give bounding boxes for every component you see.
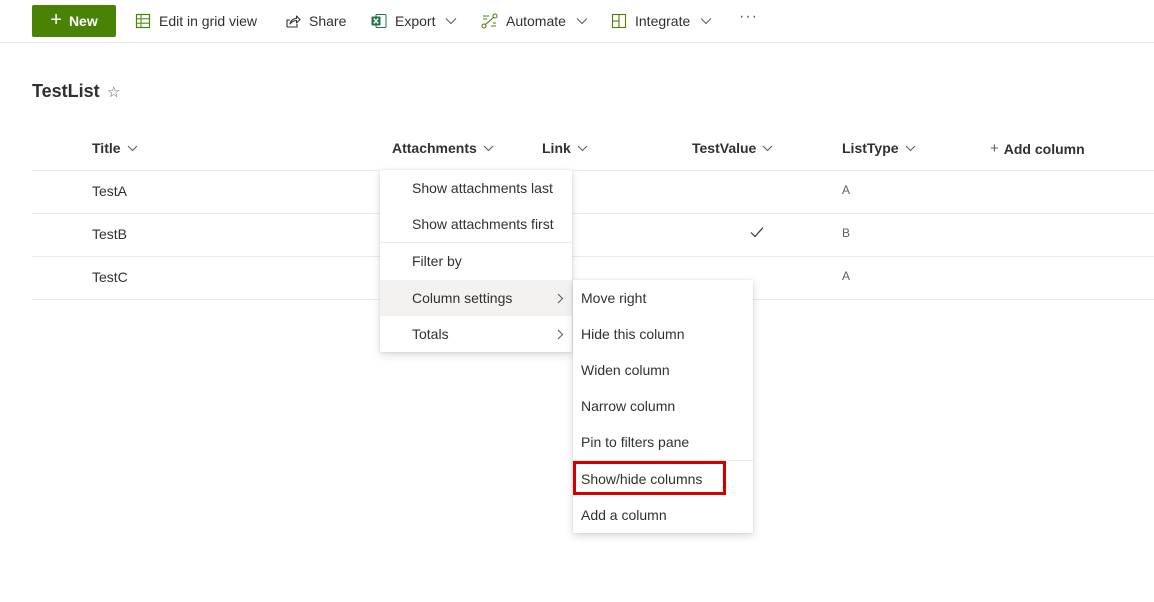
menu-item-label: Narrow column	[581, 398, 676, 414]
chevron-down-icon	[577, 145, 588, 151]
new-button-label: New	[68, 13, 98, 29]
menu-item-show-attachments-last[interactable]: Show attachments last	[380, 170, 572, 206]
more-options-button[interactable]: ···	[739, 8, 758, 26]
automate-button[interactable]: Automate	[481, 0, 588, 42]
menu-item-label: Add a column	[581, 507, 667, 523]
flow-icon	[481, 13, 498, 29]
star-icon[interactable]: ☆	[107, 83, 120, 101]
add-column-button[interactable]: + Add column	[990, 140, 1085, 157]
menu-item-label: Move right	[581, 290, 647, 306]
header-divider	[32, 170, 1154, 171]
menu-item-label: Widen column	[581, 362, 670, 378]
row-2-listtype: B	[842, 226, 851, 240]
menu-item-label: Filter by	[412, 253, 462, 269]
column-header-listtype[interactable]: ListType	[842, 140, 916, 156]
edit-in-grid-view-label: Edit in grid view	[159, 13, 258, 29]
menu-item-label: Show attachments first	[412, 216, 554, 232]
automate-label: Automate	[506, 13, 566, 29]
menu-item-pin-to-filters-pane[interactable]: Pin to filters pane	[573, 424, 753, 460]
menu-item-add-a-column[interactable]: Add a column	[573, 497, 753, 533]
column-header-testvalue[interactable]: TestValue	[692, 140, 773, 156]
add-column-label: Add column	[1003, 140, 1085, 157]
checkmark-icon	[750, 227, 764, 238]
menu-item-totals[interactable]: Totals	[380, 316, 572, 352]
column-header-attachments[interactable]: Attachments	[392, 140, 494, 156]
command-bar: + New Edit in grid view Share Export Aut…	[0, 0, 1154, 43]
menu-item-label: Column settings	[412, 290, 513, 306]
menu-item-show-hide-columns[interactable]: Show/hide columns	[573, 461, 753, 497]
menu-item-column-settings[interactable]: Column settings	[380, 280, 572, 316]
row-2-title[interactable]: TestB	[92, 226, 127, 242]
row-divider	[32, 213, 1154, 214]
column-settings-submenu: Move right Hide this column Widen column…	[573, 280, 753, 533]
chevron-down-icon	[762, 145, 773, 151]
column-context-menu: Show attachments last Show attachments f…	[380, 170, 572, 352]
menu-item-label: Pin to filters pane	[581, 434, 690, 450]
menu-item-widen-column[interactable]: Widen column	[573, 352, 753, 388]
chevron-right-icon	[557, 293, 564, 304]
column-header-attachments-label: Attachments	[392, 140, 477, 156]
menu-item-label: Hide this column	[581, 326, 685, 342]
column-header-title[interactable]: Title	[92, 140, 138, 156]
share-button[interactable]: Share	[285, 0, 346, 42]
chevron-down-icon	[127, 145, 137, 151]
column-header-link[interactable]: Link	[542, 140, 588, 156]
chevron-down-icon	[576, 18, 588, 25]
export-button[interactable]: Export	[371, 0, 457, 42]
grid-icon	[135, 13, 151, 29]
share-label: Share	[309, 13, 347, 29]
menu-item-label: Show attachments last	[412, 180, 553, 196]
export-label: Export	[395, 13, 436, 29]
column-header-testvalue-label: TestValue	[692, 140, 757, 156]
menu-item-filter-by[interactable]: Filter by	[380, 243, 572, 279]
share-icon	[286, 15, 301, 28]
column-header-listtype-label: ListType	[842, 140, 899, 156]
column-header-title-label: Title	[92, 140, 121, 156]
apps-icon	[611, 13, 627, 29]
plus-icon: +	[50, 9, 62, 31]
list-title: TestList	[32, 81, 100, 101]
menu-item-narrow-column[interactable]: Narrow column	[573, 388, 753, 424]
integrate-button[interactable]: Integrate	[611, 0, 712, 42]
row-1-listtype: A	[842, 183, 851, 197]
integrate-label: Integrate	[635, 13, 691, 29]
chevron-down-icon	[483, 145, 494, 151]
chevron-down-icon	[700, 18, 712, 25]
row-3-listtype: A	[842, 269, 851, 283]
edit-in-grid-view-button[interactable]: Edit in grid view	[135, 0, 257, 42]
column-header-link-label: Link	[542, 140, 571, 156]
new-button[interactable]: + New	[32, 5, 116, 37]
chevron-down-icon	[905, 145, 915, 151]
row-divider	[32, 256, 1154, 257]
menu-item-show-attachments-first[interactable]: Show attachments first	[380, 206, 572, 242]
plus-icon: +	[990, 140, 999, 157]
menu-item-hide-this-column[interactable]: Hide this column	[573, 316, 753, 352]
menu-item-label: Totals	[412, 326, 449, 342]
menu-item-move-right[interactable]: Move right	[573, 280, 753, 316]
excel-icon	[371, 14, 387, 28]
menu-item-label: Show/hide columns	[581, 471, 703, 487]
row-1-title[interactable]: TestA	[92, 183, 127, 199]
chevron-down-icon	[446, 18, 457, 25]
chevron-right-icon	[557, 329, 564, 340]
row-3-title[interactable]: TestC	[92, 269, 128, 285]
